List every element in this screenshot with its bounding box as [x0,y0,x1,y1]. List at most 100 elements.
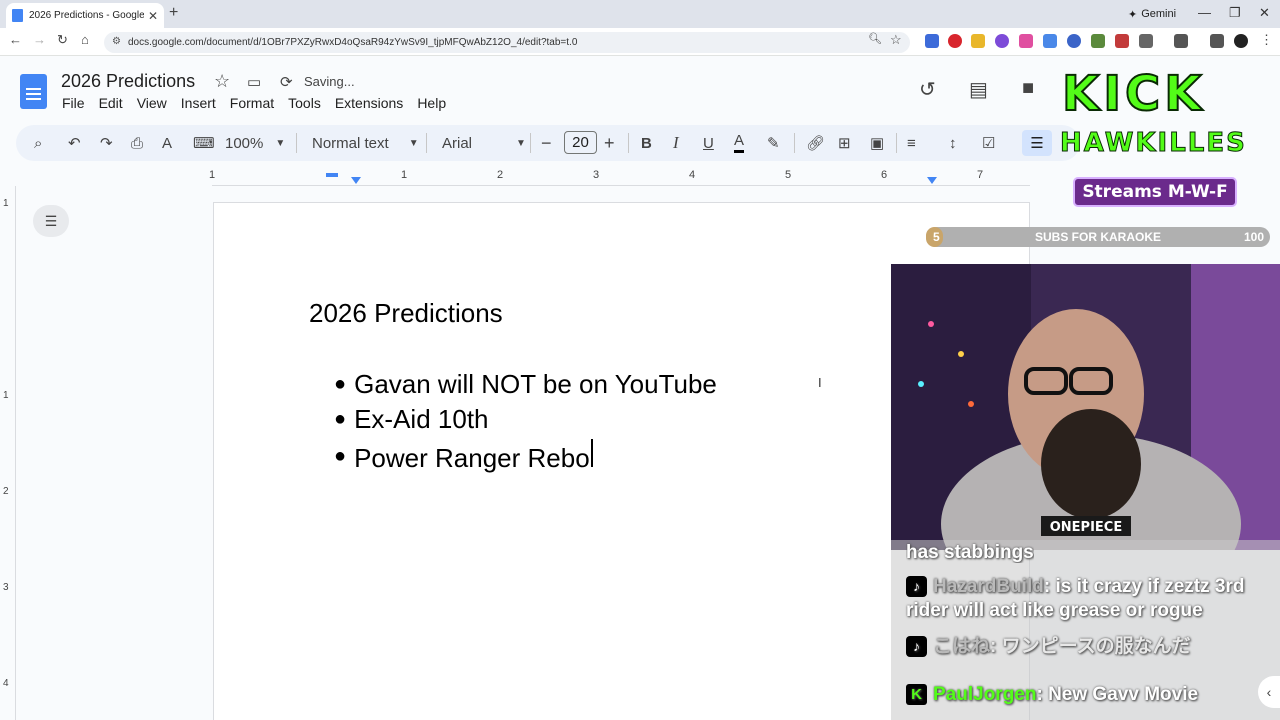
menu-view[interactable]: View [137,95,167,111]
extension-icon[interactable] [995,34,1009,48]
font-value: Arial [442,134,473,152]
italic-icon[interactable]: I [673,131,679,155]
list-item-text: Gavan will NOT be on YouTube [354,369,717,399]
ruler-number: 7 [977,169,984,181]
close-tab-icon[interactable]: ✕ [148,9,158,23]
increase-font-size-icon[interactable]: + [604,131,615,155]
reload-icon[interactable]: ↻ [57,32,68,48]
print-icon[interactable]: ⎙ [131,131,143,155]
extension-icon[interactable] [971,34,985,48]
list-item[interactable]: ● Ex-Aid 10th [334,404,489,435]
minimize-icon[interactable]: — [1198,5,1211,20]
browser-menu-icon[interactable]: ⋮ [1260,32,1273,48]
home-icon[interactable]: ⌂ [81,32,89,47]
logo-line-1: KICK [1061,65,1206,123]
browser-tab[interactable]: 2026 Predictions - Google Docs ✕ [6,3,164,28]
comments-icon[interactable]: ▤ [969,77,988,102]
extension-icon[interactable] [1115,34,1129,48]
meet-icon[interactable]: ■ [1022,77,1034,100]
paragraph-style-select[interactable]: Normal text ▼ [312,131,419,155]
profile-avatar[interactable] [1234,34,1248,48]
menu-bar: File Edit View Insert Format Tools Exten… [62,95,446,111]
chat-message: ♪ こはね: ワンピースの服なんだ [906,635,1191,659]
cast-icon[interactable] [1174,34,1188,48]
underline-icon[interactable]: U [703,131,714,155]
menu-help[interactable]: Help [417,95,446,111]
address-bar[interactable]: ⚙ docs.google.com/document/d/1OBr7PXZyRw… [104,32,910,53]
text-color-icon[interactable]: A [734,131,745,153]
star-icon[interactable]: ☆ [214,71,230,92]
document-outline-icon[interactable]: ☰ [33,205,69,237]
spellcheck-icon[interactable]: A [162,131,172,155]
menu-format[interactable]: Format [230,95,274,111]
menu-file[interactable]: File [62,95,85,111]
bookmark-star-icon[interactable]: ☆ [890,32,902,48]
vertical-ruler[interactable] [0,186,16,720]
bullet-icon: ● [334,408,347,430]
undo-icon[interactable]: ↶ [68,131,81,155]
reading-list-icon[interactable] [1210,34,1224,48]
paint-format-icon[interactable]: ⌨ [193,131,215,155]
docs-logo-icon[interactable] [20,74,47,109]
url-text: docs.google.com/document/d/1OBr7PXZyRwxD… [128,37,578,48]
ruler-number: 2 [3,486,9,497]
move-folder-icon[interactable]: ▭ [247,73,261,91]
add-comment-icon[interactable]: ⊞ [838,131,851,155]
extension-icon[interactable] [1067,34,1081,48]
left-indent-marker[interactable] [351,177,361,184]
shirt-logo-text: ONEPIECE [1050,520,1122,535]
font-select[interactable]: Arial ▼ [442,131,526,155]
forward-icon[interactable]: → [33,32,46,47]
ruler-number: 6 [881,169,888,181]
decrease-font-size-icon[interactable]: − [541,131,552,155]
redo-icon[interactable]: ↷ [100,131,113,155]
ruler-number: 1 [401,169,408,181]
dropdown-arrow-icon: ▼ [275,137,286,149]
zoom-icon[interactable]: 🔍︎ [868,32,882,45]
gemini-button[interactable]: ✦ Gemini [1120,5,1184,23]
new-tab-icon[interactable]: + [169,4,178,22]
search-icon[interactable]: ⌕ [34,131,42,155]
align-left-icon[interactable]: ≡ [907,131,916,155]
extensions-puzzle-icon[interactable] [1139,34,1153,48]
document-heading[interactable]: 2026 Predictions [309,298,503,329]
font-size-input[interactable]: 20 [564,131,597,154]
bullet-icon: ● [334,373,347,395]
extension-icon[interactable] [1019,34,1033,48]
list-item[interactable]: ● Power Ranger Rebo [334,439,593,474]
close-window-icon[interactable]: ✕ [1259,5,1270,21]
menu-extensions[interactable]: Extensions [335,95,403,111]
stream-schedule-badge: Streams M-W-F [1073,177,1237,207]
chat-username: HazardBuild [933,576,1044,597]
bulleted-list-icon[interactable]: ☰ [1022,130,1052,156]
menu-insert[interactable]: Insert [181,95,216,111]
extension-icon[interactable] [948,34,962,48]
toolbar-divider [530,133,531,153]
bold-icon[interactable]: B [641,131,652,155]
restore-icon[interactable]: ❐ [1229,5,1241,21]
document-title[interactable]: 2026 Predictions [61,71,195,92]
list-item-text: Ex-Aid 10th [354,404,489,434]
version-history-icon[interactable]: ↺ [919,77,936,102]
list-item[interactable]: ● Gavan will NOT be on YouTube [334,369,717,400]
extension-icon[interactable] [1091,34,1105,48]
extension-icon[interactable] [925,34,939,48]
back-icon[interactable]: ← [9,32,22,47]
toolbar-divider [794,133,795,153]
zoom-select[interactable]: 100% ▼ [225,131,285,155]
link-icon[interactable]: 🔗︎ [806,131,825,155]
chat-text: : ワンピースの服なんだ [990,636,1191,657]
sync-icon: ⟳ [280,74,293,91]
highlight-icon[interactable]: ✎ [767,131,780,155]
extension-icon[interactable] [1043,34,1057,48]
checklist-icon[interactable]: ☑ [982,131,995,155]
right-indent-marker[interactable] [927,177,937,184]
menu-edit[interactable]: Edit [99,95,123,111]
line-spacing-icon[interactable]: ↕ [949,131,957,155]
menu-tools[interactable]: Tools [288,95,321,111]
site-info-icon[interactable]: ⚙ [112,36,121,47]
sparkle-icon: ✦ [1128,8,1138,21]
insert-image-icon[interactable]: ▣ [870,131,884,155]
tiktok-icon: ♪ [906,576,927,598]
first-line-indent-marker[interactable] [326,173,338,177]
